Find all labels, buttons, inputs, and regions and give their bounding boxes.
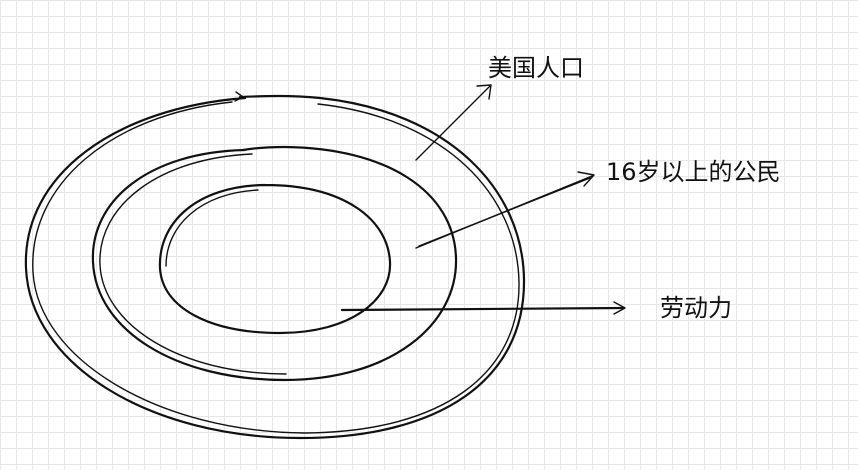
middle-ring-citizens (91, 145, 458, 382)
whiteboard-canvas: 美国人口 16岁以上的公民 劳动力 (0, 0, 858, 470)
label-us-population: 美国人口 (488, 54, 584, 82)
nested-ellipse-diagram (24, 84, 626, 440)
label-citizens-16-plus: 16岁以上的公民 (606, 158, 781, 186)
arrow-population (415, 84, 492, 161)
arrow-labor (340, 301, 626, 315)
label-labor-force: 劳动力 (660, 294, 732, 322)
